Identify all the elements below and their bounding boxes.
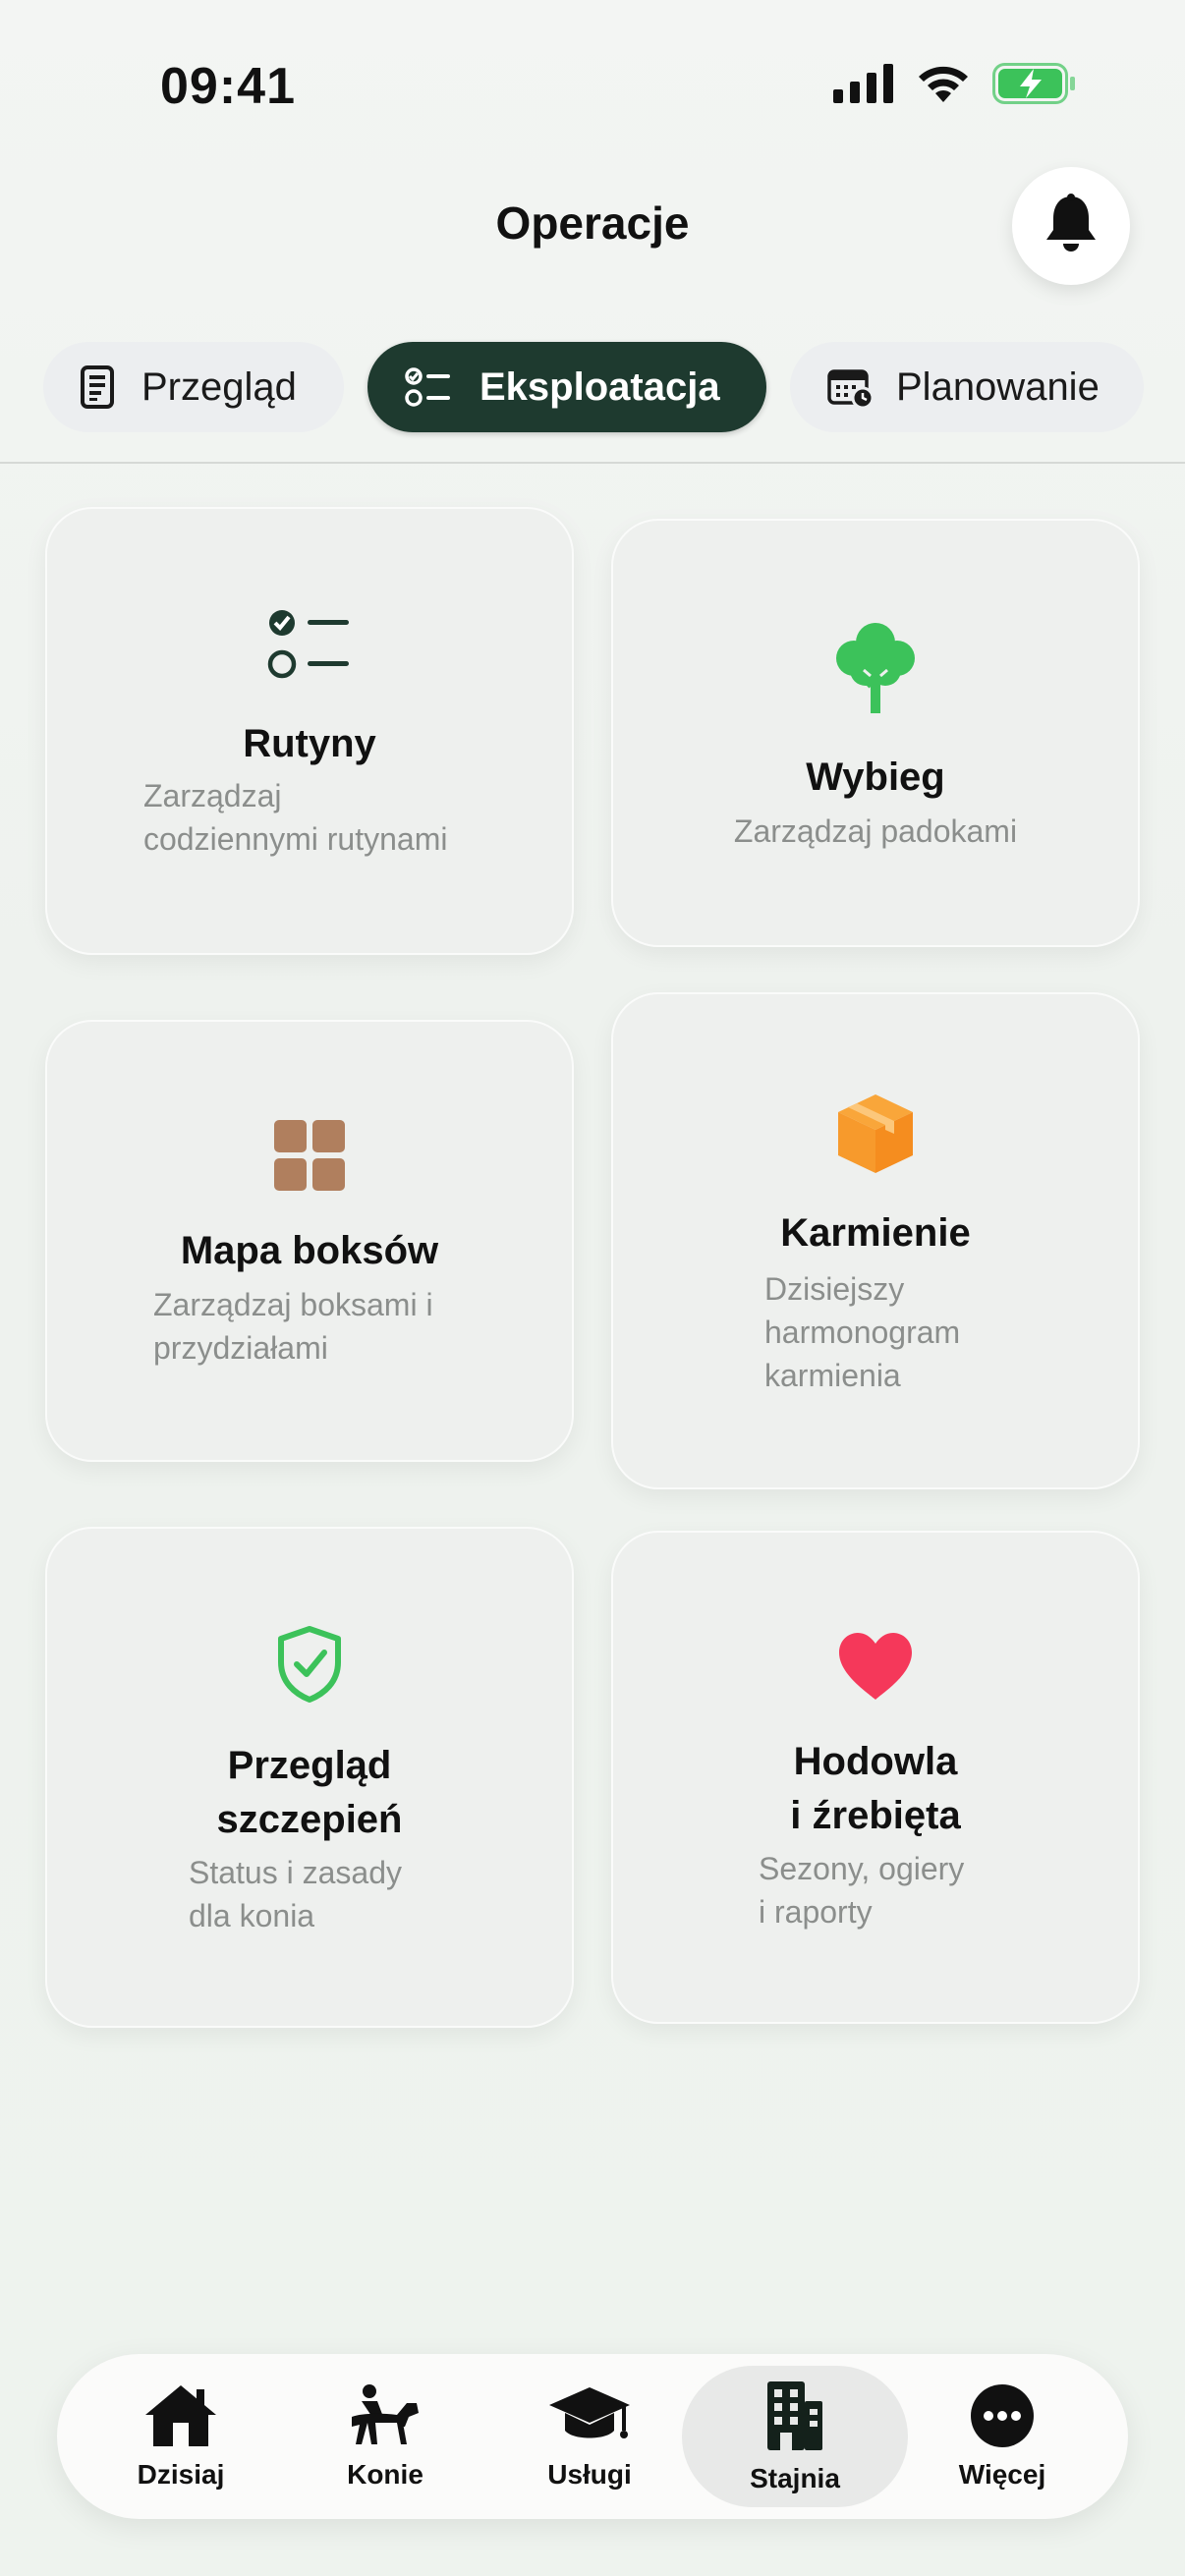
- nav-label: Więcej: [958, 2458, 1046, 2490]
- card-hodowla[interactable]: Hodowla i źrebięta Sezony, ogiery i rapo…: [611, 1531, 1140, 2024]
- nav-label: Usługi: [547, 2458, 632, 2490]
- signal-icon: [833, 64, 894, 108]
- card-mapa-boksow[interactable]: Mapa boksów Zarządzaj boksami i przydzia…: [45, 1020, 574, 1462]
- graduation-cap-icon: [547, 2383, 632, 2453]
- nav-dzisiaj[interactable]: Dzisiaj: [83, 2354, 279, 2519]
- nav-label: Konie: [347, 2458, 423, 2490]
- card-wybieg[interactable]: Wybieg Zarządzaj padokami: [611, 519, 1140, 947]
- checklist-icon: [405, 366, 452, 408]
- card-subtitle: Zarządzaj codziennymi rutynami: [143, 778, 448, 857]
- status-bar: 09:41: [0, 0, 1185, 167]
- building-icon: [763, 2380, 826, 2457]
- tab-label: Planowanie: [896, 364, 1100, 409]
- card-subtitle: Dzisiejszy harmonogram karmienia: [764, 1271, 961, 1393]
- bottom-nav: Dzisiaj Konie Usługi Stajnia Więcej: [57, 2354, 1128, 2519]
- card-subtitle: Sezony, ogiery i raporty: [759, 1851, 965, 1930]
- home-icon: [143, 2383, 218, 2453]
- tab-planowanie[interactable]: Planowanie: [790, 342, 1144, 432]
- tab-label: Eksploatacja: [480, 364, 720, 409]
- tab-przeglad[interactable]: Przegląd: [43, 342, 344, 432]
- grid-icon: [45, 1120, 574, 1191]
- card-karmienie[interactable]: Karmienie Dzisiejszy harmonogram karmien…: [611, 992, 1140, 1489]
- shield-check-icon: [45, 1625, 574, 1704]
- segment-tabs: Przegląd Eksploatacja Planowanie: [0, 342, 1185, 432]
- document-icon: [81, 365, 114, 409]
- card-title: Przegląd szczepień: [216, 1744, 403, 1841]
- box-icon: [611, 1092, 1140, 1175]
- bell-icon: [1042, 193, 1100, 260]
- wifi-icon: [916, 63, 971, 109]
- nav-stajnia[interactable]: Stajnia: [682, 2366, 908, 2507]
- more-icon: [970, 2383, 1035, 2453]
- card-title: Karmienie: [780, 1211, 971, 1255]
- card-title: Rutyny: [243, 722, 376, 765]
- horse-rider-icon: [348, 2383, 423, 2453]
- card-rutyny[interactable]: Rutyny Zarządzaj codziennymi rutynami: [45, 507, 574, 955]
- status-time: 09:41: [160, 58, 296, 115]
- battery-charging-icon: [992, 63, 1077, 109]
- calendar-clock-icon: [827, 365, 875, 409]
- heart-icon: [611, 1631, 1140, 1702]
- status-icons: [833, 63, 1077, 109]
- card-przeglad-szczepien[interactable]: Przegląd szczepień Status i zasady dla k…: [45, 1527, 574, 2028]
- nav-label: Dzisiaj: [137, 2458, 225, 2490]
- checklist-icon: [45, 605, 574, 684]
- nav-wiecej[interactable]: Więcej: [904, 2354, 1100, 2519]
- card-subtitle: Zarządzaj padokami: [733, 813, 1018, 849]
- page-title: Operacje: [495, 197, 690, 249]
- card-title: Wybieg: [806, 756, 945, 799]
- nav-label: Stajnia: [750, 2462, 840, 2493]
- card-subtitle: Zarządzaj boksami i przydziałami: [153, 1287, 433, 1366]
- tab-label: Przegląd: [141, 364, 297, 409]
- nav-uslugi[interactable]: Usługi: [491, 2354, 688, 2519]
- divider: [0, 462, 1185, 464]
- card-subtitle: Status i zasady dla konia: [189, 1855, 402, 1933]
- tab-eksploatacja[interactable]: Eksploatacja: [367, 342, 766, 432]
- notifications-button[interactable]: [1012, 167, 1130, 285]
- tree-icon: [611, 617, 1140, 715]
- card-title: Hodowla i źrebięta: [790, 1740, 961, 1837]
- card-title: Mapa boksów: [180, 1229, 439, 1272]
- nav-konie[interactable]: Konie: [287, 2354, 483, 2519]
